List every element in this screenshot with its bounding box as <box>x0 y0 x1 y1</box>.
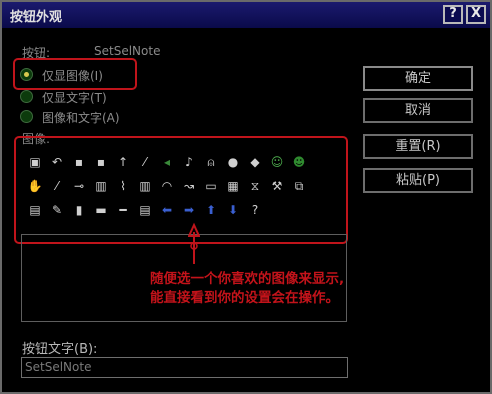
reset-button[interactable]: 重置(R) <box>363 134 473 159</box>
radio-dot[interactable] <box>20 90 33 103</box>
button-text-input[interactable]: SetSelNote <box>21 357 348 378</box>
window-title: 按钮外观 <box>10 10 63 25</box>
paste-button[interactable]: 粘贴(P) <box>363 168 473 193</box>
highlight-radio-box <box>13 58 137 90</box>
callout-line: 随便选一个你喜欢的图像来显示, <box>150 271 345 287</box>
radio-label: 图像和文字(A) <box>42 111 120 125</box>
radio-dot[interactable] <box>20 110 33 123</box>
radio-label: 仅显文字(T) <box>42 91 107 105</box>
cancel-button[interactable]: 取消 <box>363 98 473 123</box>
preview-value: SetSelNote <box>94 44 161 58</box>
button-text-label: 按钮文字(B): <box>22 342 98 357</box>
title-bar: 按钮外观 ? X <box>2 2 490 28</box>
highlight-icon-box <box>14 136 348 244</box>
close-button[interactable]: X <box>466 5 486 24</box>
callout-text: 随便选一个你喜欢的图像来显示, 能直接看到你的设置会在操作。 <box>150 270 344 308</box>
help-button[interactable]: ? <box>443 5 463 24</box>
ok-button[interactable]: 确定 <box>363 66 473 91</box>
callout-arrow-icon <box>188 222 200 264</box>
button-appearance-dialog: 按钮外观 ? X 按钮: SetSelNote 仅显图像(I) 仅显文字(T) … <box>0 0 492 394</box>
callout-line: 能直接看到你的设置会在操作。 <box>150 290 339 306</box>
